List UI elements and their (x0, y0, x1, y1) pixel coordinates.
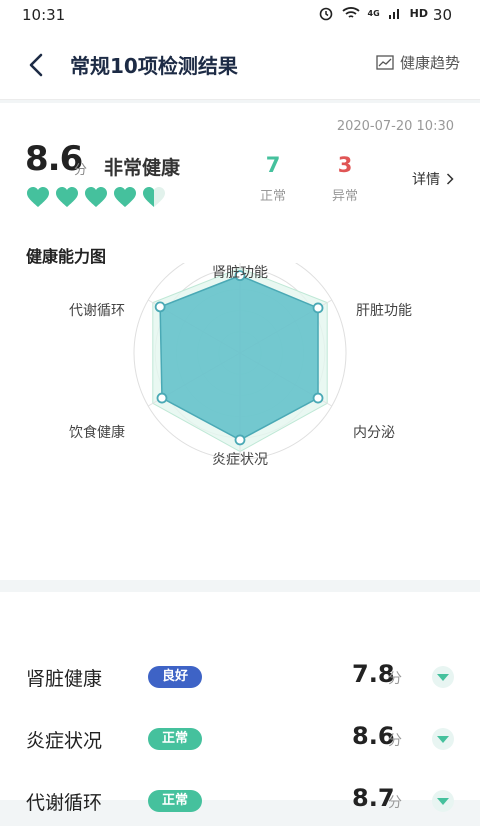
radar-data-point (312, 392, 324, 404)
page-title: 常规10项检测结果 (70, 54, 238, 78)
expand-icon[interactable] (432, 728, 454, 750)
radar-data-point (312, 302, 324, 314)
item-name: 肾脏健康 (26, 668, 103, 690)
heart-icon (114, 187, 136, 207)
health-trend-button[interactable]: 健康趋势 (376, 52, 460, 73)
item-name: 代谢循环 (26, 792, 103, 814)
heart-icon (27, 187, 49, 207)
health-level: 非常健康 (104, 157, 181, 179)
radar-axis-label: 炎症状况 (212, 452, 268, 468)
network-type: 4G (367, 8, 380, 18)
trend-chart-icon (376, 54, 394, 70)
abnormal-count: 3 (337, 153, 353, 177)
wifi-icon (341, 7, 360, 18)
normal-count: 7 (265, 153, 281, 177)
abnormal-stat: 3 异常 (320, 153, 370, 204)
item-score-unit: 分 (388, 733, 402, 749)
list-item[interactable]: 炎症状况 正常 8.6 分 (0, 716, 480, 764)
battery-level: 30 (432, 6, 452, 24)
list-item[interactable]: 肾脏健康 良好 7.8 分 (0, 654, 480, 702)
status-badge: 良好 (148, 666, 203, 688)
status-time: 10:31 (22, 6, 66, 24)
expand-icon[interactable] (432, 666, 454, 688)
hd-label: HD (409, 6, 428, 20)
normal-stat: 7 正常 (248, 153, 298, 204)
detail-label: 详情 (412, 172, 440, 188)
detail-button[interactable]: 详情 (412, 169, 454, 189)
heart-icon (143, 187, 165, 207)
nav-bar: 常规10项检测结果 健康趋势 (0, 30, 480, 100)
abnormal-label: 异常 (331, 189, 358, 204)
alarm-icon (319, 7, 332, 21)
back-arrow-icon[interactable] (24, 50, 50, 80)
item-list: 肾脏健康 良好 7.8 分 炎症状况 正常 8.6 分 代谢循环 正常 8.7 … (0, 592, 480, 814)
item-score-unit: 分 (388, 671, 402, 687)
list-item[interactable]: 代谢循环 正常 8.7 分 (0, 778, 480, 826)
heart-icon (85, 187, 107, 207)
status-bar: 10:31 4G HD 30 (0, 0, 480, 30)
expand-icon[interactable] (432, 790, 454, 812)
health-radar-chart: 肾脏功能肝脏功能内分泌炎症状况 饮食健康 代谢循环 (69, 263, 412, 468)
item-score-unit: 分 (388, 795, 402, 811)
status-badge: 正常 (148, 790, 203, 812)
status-badge: 正常 (148, 728, 203, 750)
radar-axis-label: 肝脏功能 (356, 303, 412, 319)
summary-card: 2020-07-20 10:30 8.6 分 非常健康 7 正常 3 异常 详情… (0, 103, 480, 580)
radar-data-point (154, 301, 166, 313)
health-trend-label: 健康趋势 (399, 54, 460, 72)
score-unit: 分 (74, 163, 88, 178)
radar-axis-label: 饮食健康 (69, 424, 125, 441)
heart-rating (26, 186, 166, 208)
heart-icon (56, 187, 78, 207)
chevron-right-icon (446, 173, 454, 185)
radar-data-point (234, 434, 246, 446)
radar-axis-label: 肾脏功能 (212, 265, 268, 281)
signal-icon (388, 9, 399, 19)
radar-axis-label: 内分泌 (353, 425, 395, 441)
normal-label: 正常 (259, 189, 286, 204)
radar-axis-label: 代谢循环 (69, 303, 125, 319)
radar-data-point (156, 392, 168, 404)
status-icons: 4G HD (318, 5, 428, 21)
test-datetime: 2020-07-20 10:30 (336, 119, 454, 134)
item-name: 炎症状况 (26, 730, 103, 752)
